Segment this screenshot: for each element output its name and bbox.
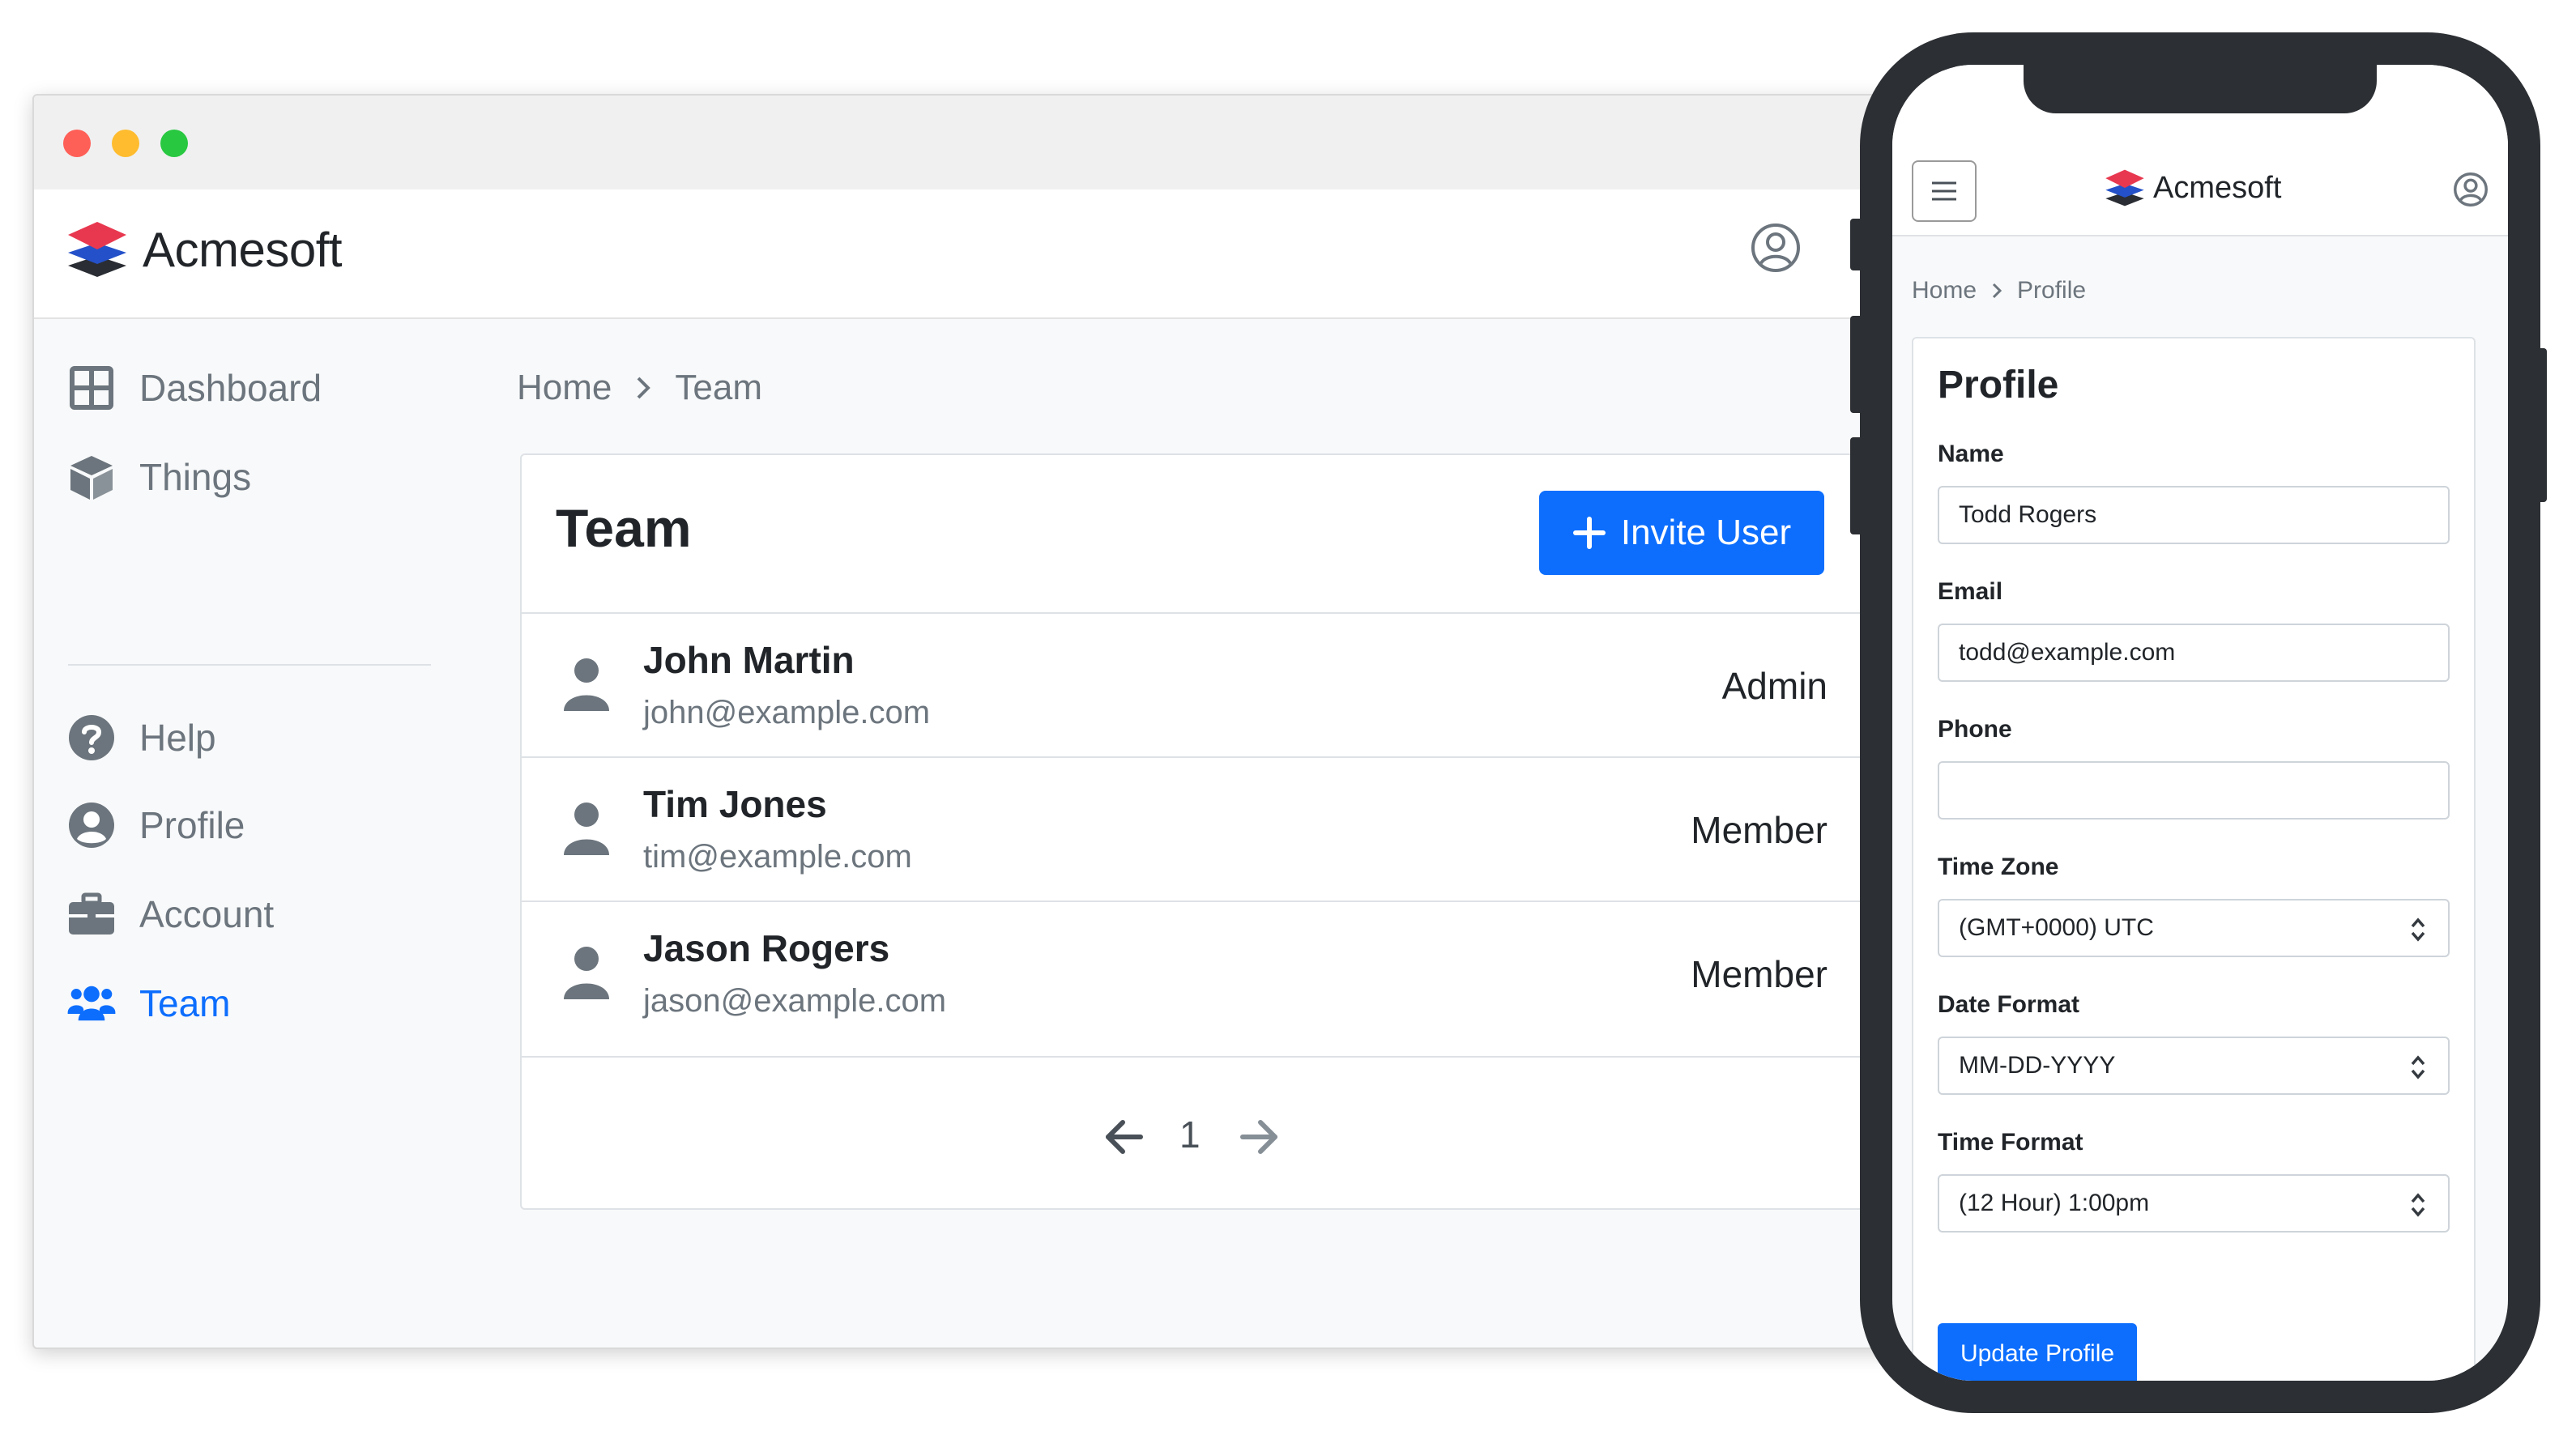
time-format-select[interactable]: (12 Hour) 1:00pm (1938, 1174, 2450, 1233)
timezone-select[interactable]: (GMT+0000) UTC (1938, 899, 2450, 957)
chevron-right-icon (1991, 282, 2002, 300)
member-role: Member (1691, 809, 1828, 851)
pagination-next-button[interactable] (1236, 1114, 1282, 1160)
member-email: john@example.com (643, 695, 931, 730)
profile-form-card: Profile Name Todd Rogers Email todd@exam… (1912, 337, 2476, 1381)
sidebar-item-label: Account (139, 893, 275, 935)
brand-name: Acmesoft (2153, 170, 2282, 205)
pagination: 1 (522, 1056, 1863, 1210)
name-field-value: Todd Rogers (1959, 501, 2097, 528)
brand-link[interactable]: Acmesoft (66, 220, 343, 279)
mobile-user-menu-button[interactable] (2453, 172, 2489, 207)
box-icon (66, 452, 117, 502)
sidebar-item-label: Things (139, 456, 252, 498)
update-profile-button[interactable]: Update Profile (1938, 1323, 2137, 1381)
window-maximize-button[interactable] (160, 130, 188, 157)
mobile-brand-link[interactable]: Acmesoft (2105, 168, 2281, 207)
time-format-label: Time Format (1938, 1129, 2083, 1156)
team-card: Team Invite User John Martin john@exampl… (520, 453, 1865, 1210)
user-icon (564, 658, 609, 711)
member-role: Member (1691, 953, 1828, 995)
breadcrumb-current: Profile (2017, 277, 2087, 304)
member-role: Admin (1721, 665, 1828, 707)
sidebar-item-label: Team (139, 982, 231, 1024)
name-field[interactable]: Todd Rogers (1938, 486, 2450, 544)
briefcase-icon (66, 889, 117, 939)
chevron-right-icon (634, 375, 652, 401)
desktop-browser-window: Acmesoft Dashboard Things Help Profile A… (32, 94, 1899, 1349)
date-format-label: Date Format (1938, 991, 2080, 1018)
mobile-screen: Acmesoft Home Profile Profile Name Todd … (1892, 65, 2508, 1381)
breadcrumb-current: Team (675, 368, 762, 407)
select-chevron-icon (2411, 1193, 2425, 1217)
member-name: Tim Jones (643, 783, 827, 825)
arrow-left-icon (1106, 1120, 1143, 1154)
timezone-select-value: (GMT+0000) UTC (1959, 914, 2154, 941)
timezone-label: Time Zone (1938, 854, 2059, 880)
plus-icon (1572, 516, 1606, 550)
invite-user-button[interactable]: Invite User (1539, 491, 1824, 575)
sidebar-item-account[interactable]: Account (66, 886, 274, 943)
user-circle-icon (2454, 172, 2488, 206)
email-field-value: todd@example.com (1959, 639, 2176, 666)
table-row[interactable]: John Martin john@example.com Admin (522, 612, 1863, 758)
mobile-phone-frame: Acmesoft Home Profile Profile Name Todd … (1860, 32, 2540, 1413)
breadcrumb: Home Team (517, 368, 762, 408)
mobile-breadcrumb: Home Profile (1912, 277, 2086, 304)
date-format-select[interactable]: MM-DD-YYYY (1938, 1037, 2450, 1095)
users-icon (66, 978, 117, 1028)
name-label: Name (1938, 441, 2004, 467)
sidebar-divider (68, 664, 431, 666)
member-name: Jason Rogers (643, 927, 890, 969)
sidebar-item-things[interactable]: Things (66, 449, 251, 505)
form-title: Profile (1938, 364, 2059, 407)
sidebar-item-label: Profile (139, 804, 245, 846)
sidebar-item-label: Dashboard (139, 367, 322, 409)
member-email: tim@example.com (643, 839, 912, 875)
sidebar-item-profile[interactable]: Profile (66, 797, 245, 854)
brand-name: Acmesoft (143, 222, 343, 277)
update-profile-label: Update Profile (1960, 1340, 2115, 1367)
invite-user-label: Invite User (1620, 513, 1792, 552)
page-title: Team (556, 498, 692, 558)
pagination-prev-button[interactable] (1102, 1114, 1147, 1160)
sidebar-item-help[interactable]: Help (66, 709, 216, 766)
hamburger-icon (1932, 181, 1956, 201)
breadcrumb-home-link[interactable]: Home (517, 368, 612, 408)
pagination-page-number[interactable]: 1 (1179, 1113, 1201, 1156)
menu-toggle-button[interactable] (1912, 160, 1977, 222)
phone-label: Phone (1938, 716, 2012, 743)
dashboard-grid-icon (66, 363, 117, 413)
question-circle-icon (66, 713, 117, 763)
user-circle-icon (1751, 224, 1800, 272)
user-circle-icon (66, 800, 117, 850)
window-titlebar (34, 96, 1897, 189)
member-name: John Martin (643, 639, 855, 681)
acmesoft-logo-icon (68, 222, 126, 277)
table-row[interactable]: Jason Rogers jason@example.com Member (522, 900, 1863, 1046)
table-row[interactable]: Tim Jones tim@example.com Member (522, 756, 1863, 902)
sidebar-item-label: Help (139, 717, 216, 759)
member-email: jason@example.com (643, 983, 947, 1019)
sidebar-item-team[interactable]: Team (66, 975, 230, 1032)
phone-notch (2024, 65, 2377, 113)
top-navbar: Acmesoft (34, 189, 1897, 319)
date-format-select-value: MM-DD-YYYY (1959, 1052, 2116, 1079)
acmesoft-logo-icon (2105, 169, 2144, 206)
user-icon (564, 947, 609, 999)
arrow-right-icon (1240, 1120, 1277, 1154)
select-chevron-icon (2411, 1055, 2425, 1079)
email-field[interactable]: todd@example.com (1938, 624, 2450, 682)
window-close-button[interactable] (63, 130, 91, 157)
email-label: Email (1938, 578, 2003, 605)
user-icon (564, 803, 609, 855)
breadcrumb-home-link[interactable]: Home (1912, 277, 1977, 304)
window-minimize-button[interactable] (112, 130, 139, 157)
select-chevron-icon (2411, 917, 2425, 942)
time-format-select-value: (12 Hour) 1:00pm (1959, 1190, 2150, 1216)
sidebar-item-dashboard[interactable]: Dashboard (66, 360, 322, 416)
phone-field[interactable] (1938, 761, 2450, 820)
user-menu-button[interactable] (1750, 222, 1802, 274)
